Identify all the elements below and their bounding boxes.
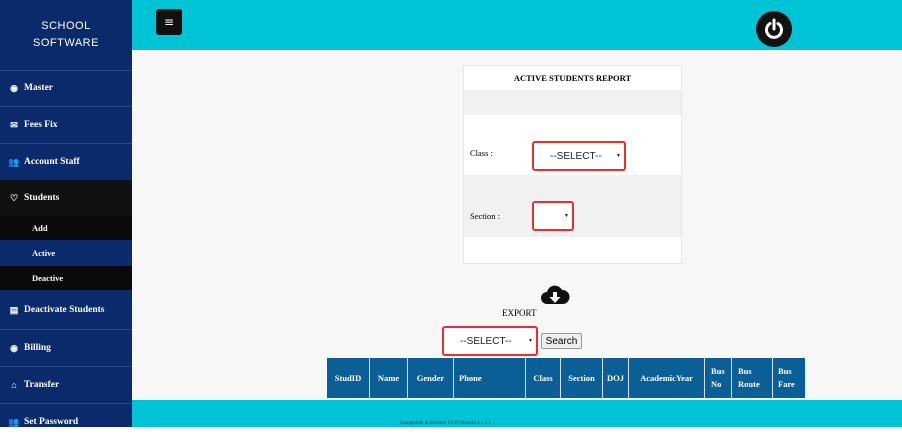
- app-title-line1: SCHOOL: [41, 20, 91, 32]
- sidebar-item-label: Transfer: [24, 380, 60, 390]
- sidebar-item-label: Fees Fix: [24, 120, 58, 130]
- heart-icon: ♡: [9, 192, 19, 203]
- sidebar-item-deactivate-students[interactable]: ▤ Deactivate Students: [0, 292, 132, 328]
- sidebar-item-label: Billing: [24, 343, 51, 353]
- dashboard-icon: ◉: [10, 82, 18, 93]
- column-header[interactable]: StudID: [327, 358, 370, 398]
- submenu-item-label: Active: [32, 248, 56, 258]
- section-label: Section :: [470, 211, 500, 221]
- power-icon[interactable]: [756, 11, 792, 47]
- chevron-down-icon: ▼: [528, 338, 533, 344]
- class-select[interactable]: --SELECT-- ▼: [532, 141, 626, 171]
- search-button[interactable]: Search: [541, 333, 582, 349]
- cloud-download-icon[interactable]: [540, 282, 570, 315]
- column-header[interactable]: Bus Route: [732, 358, 773, 398]
- hamburger-icon[interactable]: ≡: [156, 9, 182, 35]
- report-panel: ACTIVE STUDENTS REPORT Class : --SELECT-…: [463, 65, 682, 264]
- home-icon: ⌂: [11, 380, 17, 390]
- submenu-item-add[interactable]: Add: [0, 216, 132, 240]
- column-header[interactable]: Bus No: [705, 358, 732, 398]
- users-icon: 👥: [8, 416, 20, 427]
- sidebar-item-label: Deactivate Students: [24, 305, 105, 315]
- sidebar-item-label: Students: [24, 193, 60, 203]
- sidebar: SCHOOL SOFTWARE ◉ Master ✉ Fees Fix 👥 Ac…: [0, 0, 132, 427]
- top-bar: ≡: [132, 0, 902, 50]
- export-select[interactable]: --SELECT-- ▼: [442, 326, 538, 356]
- column-header[interactable]: Section: [561, 358, 603, 398]
- app-title-line2: SOFTWARE: [33, 37, 99, 49]
- column-header[interactable]: AcademicYear: [629, 358, 705, 398]
- table-header: StudID Name Gender Phone Class Section D…: [327, 358, 805, 398]
- column-header[interactable]: Phone: [454, 358, 526, 398]
- dashboard-icon: ◉: [10, 342, 18, 353]
- section-select[interactable]: ▼: [532, 201, 574, 231]
- app-brand: SCHOOL SOFTWARE: [0, 0, 132, 71]
- class-label: Class :: [470, 148, 493, 158]
- submenu-item-label: Add: [32, 223, 48, 233]
- column-header[interactable]: Gender: [408, 358, 454, 398]
- users-icon: 👥: [8, 156, 20, 167]
- sidebar-item-set-password[interactable]: 👥 Set Password: [0, 404, 132, 440]
- report-header-band: [464, 90, 681, 115]
- export-select-value: --SELECT--: [460, 335, 512, 347]
- footer-text: Compatible in Chrome 15-19 Mozilla 3.1-3…: [400, 421, 491, 426]
- main-content: ACTIVE STUDENTS REPORT Class : --SELECT-…: [132, 50, 902, 400]
- column-header[interactable]: Bus Fare: [773, 358, 805, 398]
- footer-bar: Compatible in Chrome 15-19 Mozilla 3.1-3…: [132, 400, 902, 427]
- submenu-item-deactive[interactable]: Deactive: [0, 266, 132, 290]
- sidebar-item-billing[interactable]: ◉ Billing: [0, 330, 132, 366]
- column-header[interactable]: Name: [370, 358, 408, 398]
- submenu-item-active[interactable]: Active: [0, 241, 132, 265]
- sidebar-item-label: Set Password: [24, 417, 79, 427]
- sidebar-item-master[interactable]: ◉ Master: [0, 70, 132, 106]
- sidebar-item-students[interactable]: ♡ Students: [0, 180, 132, 216]
- sidebar-item-account-staff[interactable]: 👥 Account Staff: [0, 144, 132, 180]
- sidebar-item-transfer[interactable]: ⌂ Transfer: [0, 367, 132, 403]
- sidebar-item-label: Account Staff: [24, 157, 80, 167]
- column-header[interactable]: DOJ: [603, 358, 629, 398]
- class-row: Class : --SELECT-- ▼: [464, 115, 681, 175]
- chevron-down-icon: ▼: [616, 153, 621, 159]
- envelope-icon: ✉: [10, 119, 18, 130]
- chevron-down-icon: ▼: [564, 213, 569, 219]
- report-title: ACTIVE STUDENTS REPORT: [513, 73, 632, 83]
- sidebar-item-fees-fix[interactable]: ✉ Fees Fix: [0, 107, 132, 143]
- id-card-icon: ▤: [9, 304, 19, 315]
- section-row: Section : ▼: [464, 175, 681, 237]
- column-header[interactable]: Class: [526, 358, 561, 398]
- class-select-value: --SELECT--: [550, 150, 602, 162]
- sidebar-item-label: Master: [24, 83, 54, 93]
- submenu-item-label: Deactive: [32, 273, 64, 283]
- export-label: EXPORT: [502, 308, 537, 318]
